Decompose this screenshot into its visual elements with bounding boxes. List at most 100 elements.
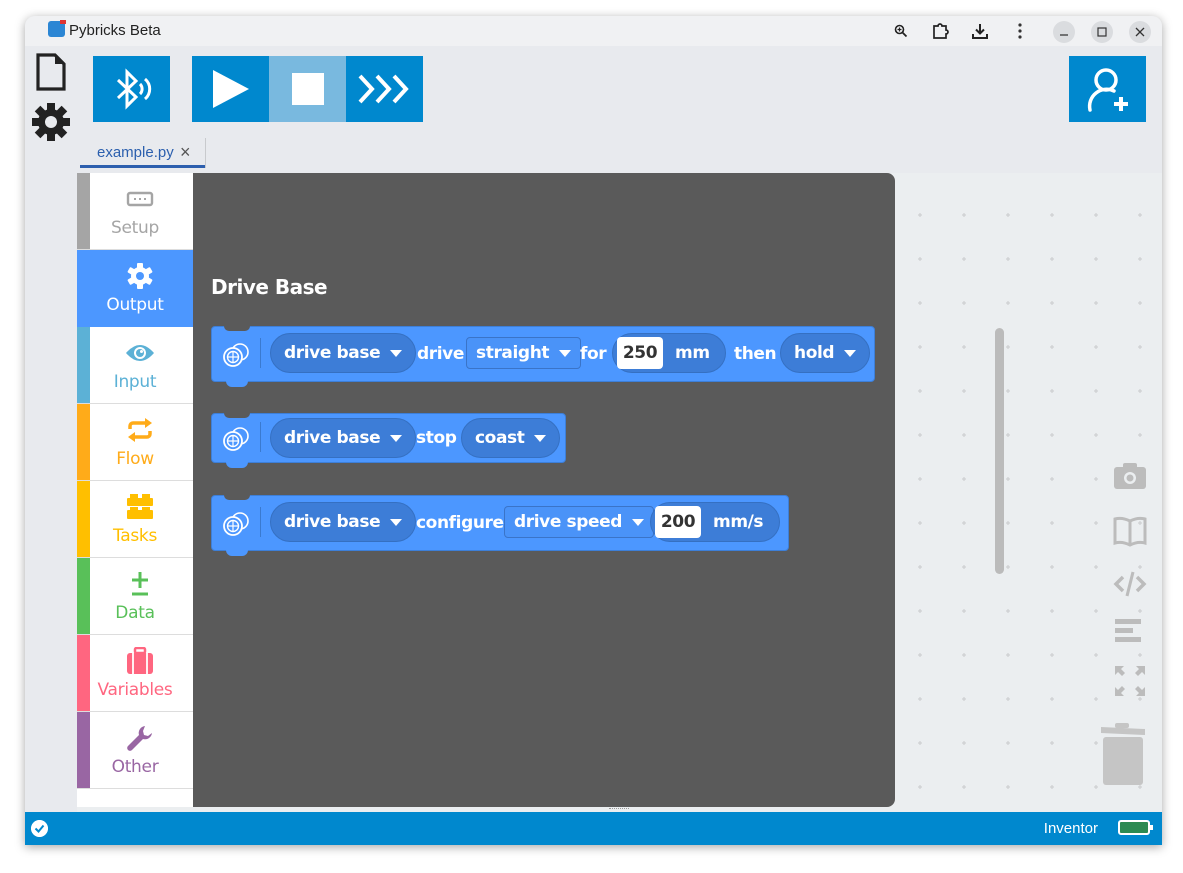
code-icon[interactable] xyxy=(1112,566,1148,602)
category-input[interactable]: Input xyxy=(77,327,193,404)
category-label: Setup xyxy=(111,218,159,238)
bluetooth-button[interactable] xyxy=(93,56,170,122)
grid-cross xyxy=(1006,389,1010,393)
grid-cross xyxy=(1094,433,1098,437)
repl-button[interactable] xyxy=(346,56,423,122)
title-bar: Pybricks Beta xyxy=(25,16,1162,46)
download-icon[interactable] xyxy=(969,21,991,41)
block-tab xyxy=(226,462,248,468)
block-separator xyxy=(260,507,261,537)
device-dropdown[interactable]: drive base xyxy=(270,502,417,542)
stop-button[interactable] xyxy=(269,56,346,122)
drive-configure-block[interactable]: drive base configure drive speed 200 mm/… xyxy=(211,495,789,556)
close-tab-icon[interactable]: × xyxy=(180,142,191,163)
grid-cross xyxy=(1138,345,1142,349)
grid-cross xyxy=(1006,521,1010,525)
block-text: configure xyxy=(416,513,504,533)
setting-dropdown[interactable]: drive speed xyxy=(504,506,655,538)
grid-cross xyxy=(962,213,966,217)
grid-cross xyxy=(962,653,966,657)
device-dropdown[interactable]: drive base xyxy=(270,333,417,373)
drive-base-icon xyxy=(223,343,249,367)
grid-cross xyxy=(918,477,922,481)
run-button[interactable] xyxy=(192,56,269,122)
maximize-button[interactable] xyxy=(1091,21,1113,43)
hub-name[interactable]: Inventor xyxy=(1044,820,1098,837)
battery-icon xyxy=(1118,820,1153,835)
unit-label: mm/s xyxy=(713,512,764,532)
grid-cross xyxy=(1006,477,1010,481)
minimize-button[interactable] xyxy=(1053,21,1075,43)
trash-icon[interactable] xyxy=(1099,721,1149,787)
drive-straight-block[interactable]: drive base drive straight for 250 mm the… xyxy=(211,326,875,387)
mode-dropdown[interactable]: straight xyxy=(466,337,582,369)
unit-label: mm xyxy=(675,343,710,363)
grid-cross xyxy=(962,609,966,613)
category-label: Input xyxy=(113,372,157,392)
check-circle-icon[interactable] xyxy=(31,820,48,837)
blocks-workspace[interactable]: Setup Output Input Flow Tasks Data Varia… xyxy=(77,173,1162,812)
extension-icon[interactable] xyxy=(929,21,951,41)
grid-cross xyxy=(1094,521,1098,525)
loop-icon xyxy=(125,417,155,443)
category-variables[interactable]: Variables xyxy=(77,635,193,712)
grid-cross xyxy=(962,301,966,305)
category-label: Flow xyxy=(116,449,154,469)
more-menu-icon[interactable] xyxy=(1009,21,1031,41)
zoom-icon[interactable] xyxy=(890,21,912,41)
grid-cross xyxy=(1050,741,1054,745)
stop-mode-dropdown[interactable]: coast xyxy=(461,418,561,458)
dropdown-value: drive speed xyxy=(514,512,623,532)
category-other[interactable]: Other xyxy=(77,712,193,789)
drive-stop-block[interactable]: drive base stop coast xyxy=(211,413,566,468)
distance-input[interactable]: 250 mm xyxy=(612,333,726,373)
grid-cross xyxy=(1050,301,1054,305)
grid-cross xyxy=(1050,785,1054,789)
hub-icon xyxy=(125,186,155,212)
grid-cross xyxy=(918,609,922,613)
then-dropdown[interactable]: hold xyxy=(780,333,871,373)
category-setup[interactable]: Setup xyxy=(77,173,193,250)
category-flow[interactable]: Flow xyxy=(77,404,193,481)
category-output[interactable]: Output xyxy=(77,250,193,327)
block-text: for xyxy=(580,344,607,364)
grid-cross xyxy=(1006,697,1010,701)
grid-cross xyxy=(1006,741,1010,745)
caret-down-icon xyxy=(844,349,857,357)
settings-icon[interactable] xyxy=(32,102,70,142)
dropdown-value: drive base xyxy=(284,343,381,363)
close-window-button[interactable] xyxy=(1129,21,1151,43)
camera-icon[interactable] xyxy=(1112,458,1148,494)
app-logo-icon xyxy=(48,20,66,37)
number-field[interactable]: 200 xyxy=(655,506,701,538)
sponsor-button[interactable] xyxy=(1069,56,1146,122)
grid-cross xyxy=(918,433,922,437)
grid-cross xyxy=(1094,697,1098,701)
file-icon[interactable] xyxy=(33,52,69,92)
category-tasks[interactable]: Tasks xyxy=(77,481,193,558)
speed-input[interactable]: 200 mm/s xyxy=(650,502,780,542)
wrench-icon xyxy=(125,725,155,751)
block-notch xyxy=(224,495,250,500)
device-dropdown[interactable]: drive base xyxy=(270,418,417,458)
grid-cross xyxy=(1094,213,1098,217)
tab-example-py[interactable]: example.py × xyxy=(79,138,206,168)
number-field[interactable]: 250 xyxy=(617,337,663,369)
plus-minus-icon xyxy=(125,571,155,597)
caret-down-icon xyxy=(390,518,403,526)
grid-cross xyxy=(1006,565,1010,569)
grid-cross xyxy=(1006,433,1010,437)
zoom-fit-icon[interactable] xyxy=(1112,663,1148,699)
flyout-scrollbar[interactable] xyxy=(995,328,1004,574)
play-icon xyxy=(212,70,249,108)
grid-cross xyxy=(962,345,966,349)
grid-cross xyxy=(1006,609,1010,613)
cleanup-icon[interactable] xyxy=(1112,613,1148,649)
dropdown-value: straight xyxy=(476,343,550,363)
grid-cross xyxy=(918,653,922,657)
docs-book-icon[interactable] xyxy=(1112,513,1148,549)
grid-cross xyxy=(1138,213,1142,217)
category-label: Tasks xyxy=(112,526,158,546)
grid-cross xyxy=(1050,609,1054,613)
category-data[interactable]: Data xyxy=(77,558,193,635)
